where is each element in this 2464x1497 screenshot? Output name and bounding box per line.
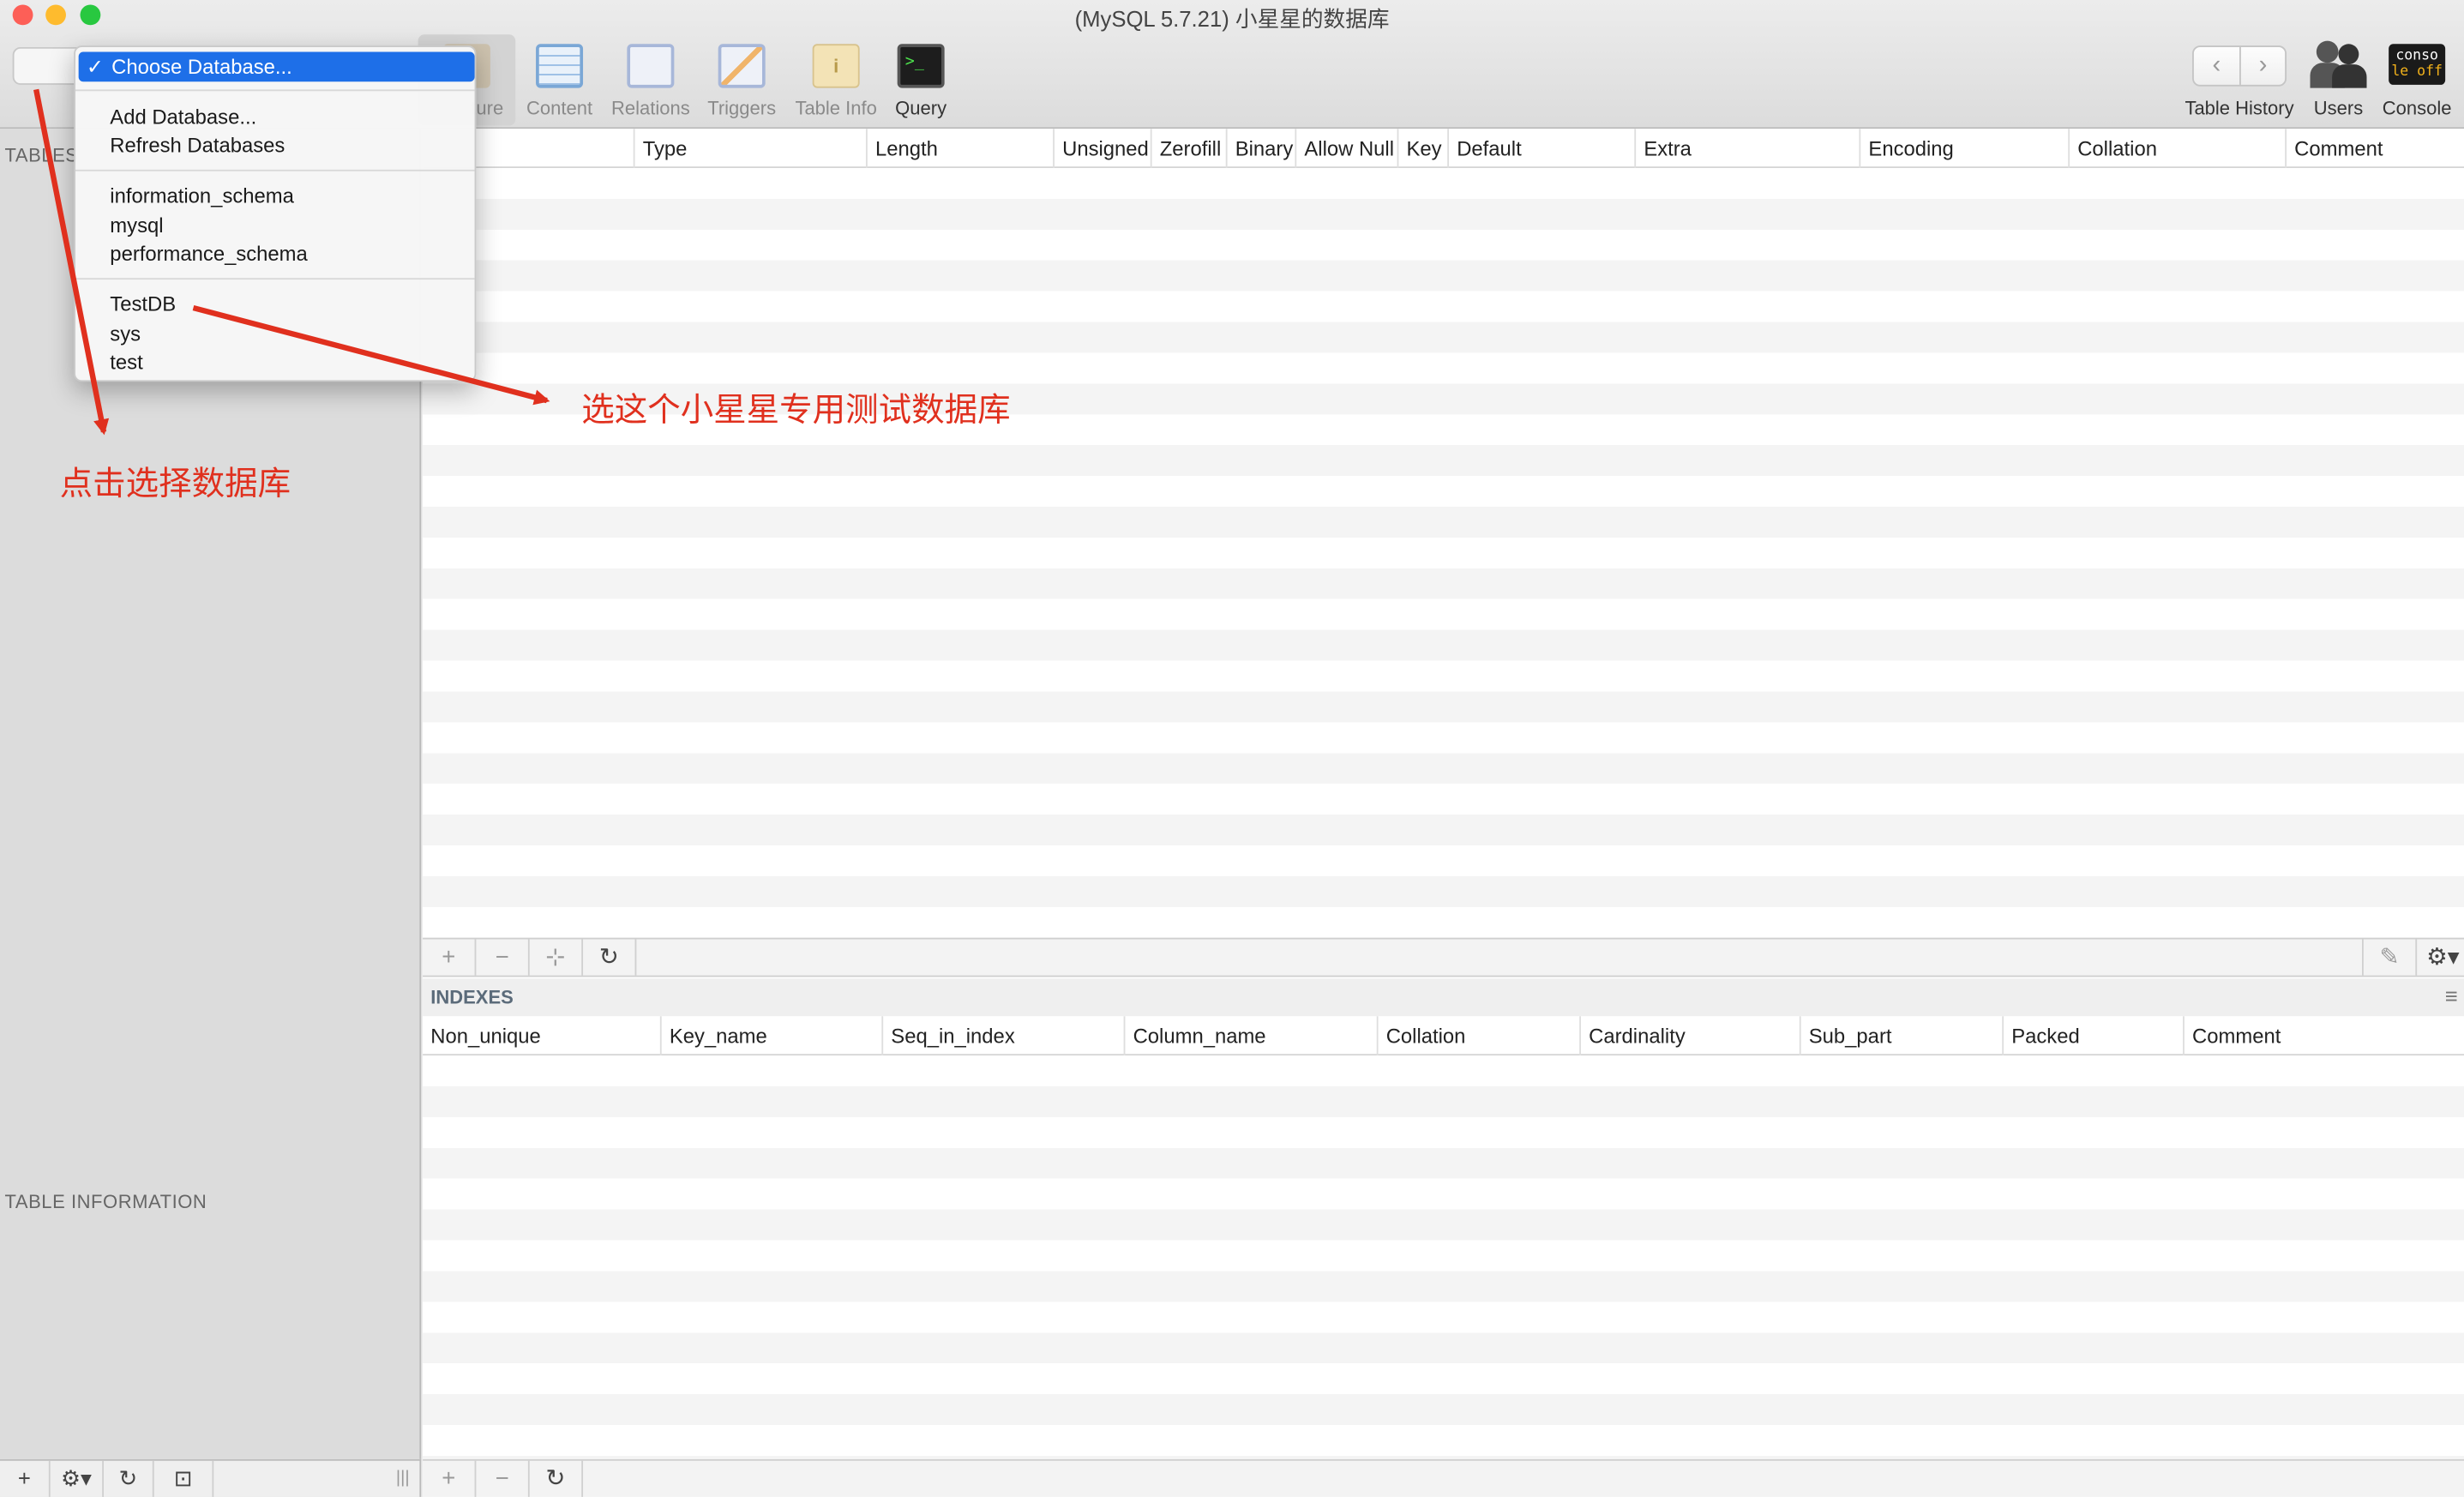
arrow-to-db-selector — [33, 88, 110, 436]
annotation-arrows — [33, 88, 550, 436]
annotation-click-choose: 点击选择数据库 — [59, 466, 291, 503]
annotation-choose-test-db: 选这个小星星专用测试数据库 — [581, 393, 1011, 430]
arrow-to-testdb — [192, 304, 550, 406]
